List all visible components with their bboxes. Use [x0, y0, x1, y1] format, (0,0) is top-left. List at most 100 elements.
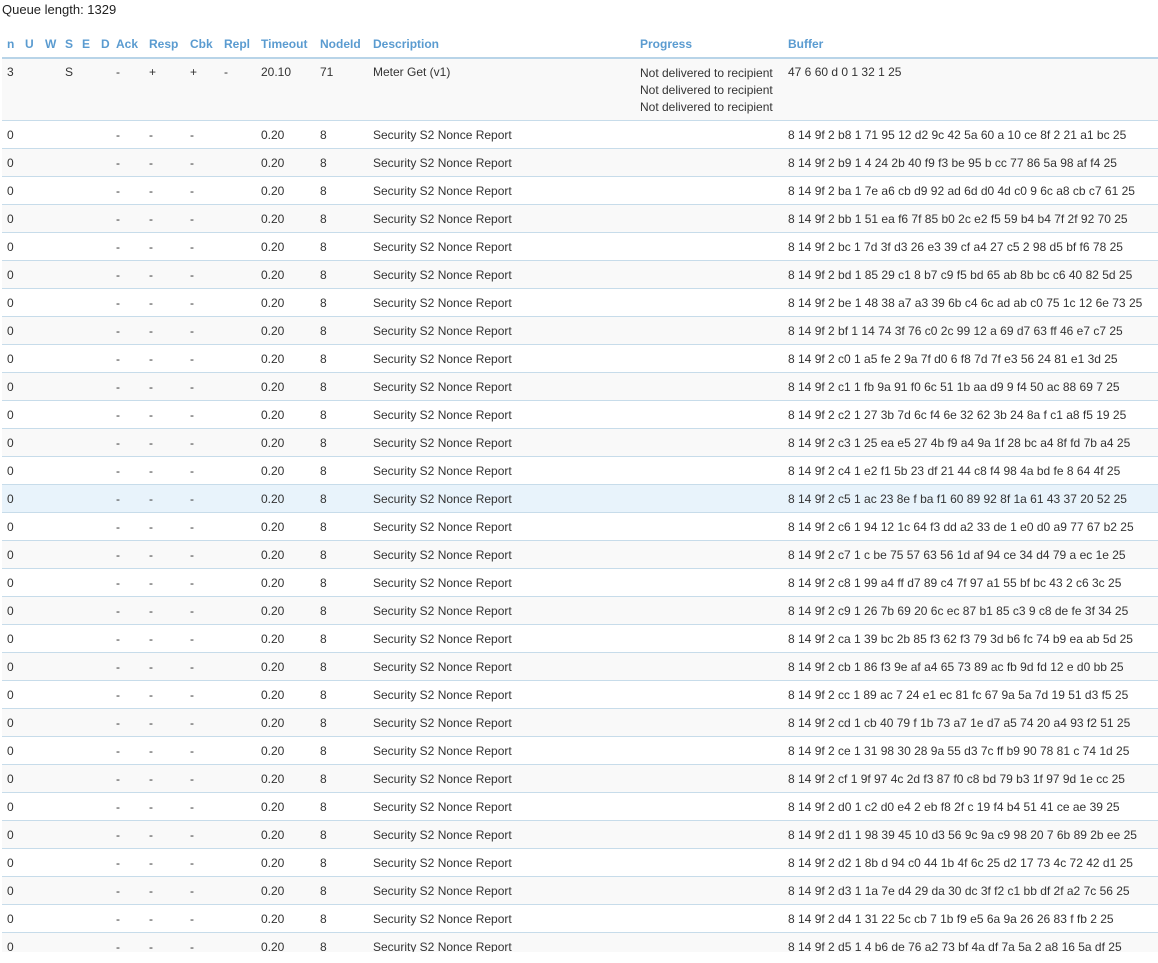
cell-repl — [219, 120, 256, 149]
cell-u — [20, 820, 40, 849]
cell-n: 0 — [2, 400, 20, 429]
column-header-cbk[interactable]: Cbk — [185, 30, 219, 59]
cell-buffer: 8 14 9f 2 bb 1 51 ea f6 7f 85 b0 2c e2 f… — [783, 204, 1158, 233]
cell-s — [60, 260, 77, 289]
column-header-n[interactable]: n — [2, 30, 20, 59]
column-header-resp[interactable]: Resp — [144, 30, 185, 59]
cell-nodeid: 71 — [315, 58, 368, 121]
table-row[interactable]: 0- - -0.20 8 Security S2 Nonce Report 8 14 9f… — [2, 568, 1158, 597]
cell-cbk: - — [185, 764, 219, 793]
table-row[interactable]: 0- - -0.20 8 Security S2 Nonce Report 8 14 9f… — [2, 680, 1158, 709]
cell-resp: - — [144, 120, 185, 149]
cell-e — [77, 484, 96, 513]
cell-resp: - — [144, 680, 185, 709]
table-row[interactable]: 0- - -0.20 8 Security S2 Nonce Report 8 14 9f… — [2, 820, 1158, 849]
column-header-e[interactable]: E — [77, 30, 96, 59]
table-row[interactable]: 0- - -0.20 8 Security S2 Nonce Report 8 14 9f… — [2, 372, 1158, 401]
table-row[interactable]: 0- - -0.20 8 Security S2 Nonce Report 8 14 9f… — [2, 344, 1158, 373]
table-row[interactable]: 0- - -0.20 8 Security S2 Nonce Report 8 14 9f… — [2, 232, 1158, 261]
cell-n: 0 — [2, 288, 20, 317]
column-header-description[interactable]: Description — [368, 30, 635, 59]
table-row[interactable]: 0- - -0.20 8 Security S2 Nonce Report 8 14 9f… — [2, 484, 1158, 513]
table-row[interactable]: 0- - -0.20 8 Security S2 Nonce Report 8 14 9f… — [2, 176, 1158, 205]
table-row[interactable]: 0- - -0.20 8 Security S2 Nonce Report 8 14 9f… — [2, 148, 1158, 177]
table-row[interactable]: 0- - -0.20 8 Security S2 Nonce Report 8 14 9f… — [2, 624, 1158, 653]
table-row[interactable]: 0- - -0.20 8 Security S2 Nonce Report 8 14 9f… — [2, 260, 1158, 289]
cell-e — [77, 624, 96, 653]
cell-s — [60, 904, 77, 933]
cell-cbk: - — [185, 708, 219, 737]
cell-nodeid: 8 — [315, 848, 368, 877]
cell-cbk: - — [185, 512, 219, 541]
cell-ack: - — [111, 176, 144, 205]
column-header-buffer[interactable]: Buffer — [783, 30, 1158, 59]
table-row[interactable]: 3 S - + + - 20.10 71 Meter Get (v1) Not … — [2, 58, 1158, 121]
cell-progress — [635, 456, 783, 485]
cell-e — [77, 568, 96, 597]
column-header-nodeid[interactable]: NodeId — [315, 30, 368, 59]
cell-cbk: - — [185, 792, 219, 821]
cell-timeout: 0.20 — [256, 512, 315, 541]
cell-w — [40, 232, 60, 261]
column-header-progress[interactable]: Progress — [635, 30, 783, 59]
table-row[interactable]: 0- - -0.20 8 Security S2 Nonce Report 8 14 9f… — [2, 736, 1158, 765]
queue-table-container[interactable]: n U W S E D Ack Resp Cbk Repl Timeout NodeId Descrip… — [2, 30, 1158, 952]
cell-d — [96, 58, 111, 121]
table-row[interactable]: 0- - -0.20 8 Security S2 Nonce Report 8 14 9f… — [2, 288, 1158, 317]
table-row[interactable]: 0- - -0.20 8 Security S2 Nonce Report 8 14 9f… — [2, 876, 1158, 905]
table-row[interactable]: 0- - -0.20 8 Security S2 Nonce Report 8 14 9f… — [2, 596, 1158, 625]
column-header-u[interactable]: U — [20, 30, 40, 59]
cell-u — [20, 624, 40, 653]
table-row[interactable]: 0- - -0.20 8 Security S2 Nonce Report 8 14 9f… — [2, 764, 1158, 793]
table-row[interactable]: 0- - -0.20 8 Security S2 Nonce Report 8 14 9f… — [2, 848, 1158, 877]
cell-timeout: 0.20 — [256, 792, 315, 821]
table-row[interactable]: 0- - -0.20 8 Security S2 Nonce Report 8 14 9f… — [2, 204, 1158, 233]
cell-buffer: 8 14 9f 2 d3 1 1a 7e d4 29 da 30 dc 3f f… — [783, 876, 1158, 905]
cell-repl — [219, 260, 256, 289]
table-row[interactable]: 0- - -0.20 8 Security S2 Nonce Report 8 14 9f… — [2, 512, 1158, 541]
cell-progress — [635, 652, 783, 681]
cell-progress — [635, 932, 783, 952]
cell-description: Security S2 Nonce Report — [368, 512, 635, 541]
cell-nodeid: 8 — [315, 540, 368, 569]
table-row[interactable]: 0- - -0.20 8 Security S2 Nonce Report 8 14 9f… — [2, 316, 1158, 345]
cell-u — [20, 428, 40, 457]
table-row[interactable]: 0- - -0.20 8 Security S2 Nonce Report 8 14 9f… — [2, 932, 1158, 952]
cell-s — [60, 428, 77, 457]
cell-e — [77, 540, 96, 569]
cell-e — [77, 932, 96, 952]
cell-repl — [219, 512, 256, 541]
cell-timeout: 0.20 — [256, 372, 315, 401]
cell-progress — [635, 204, 783, 233]
table-row[interactable]: 0- - -0.20 8 Security S2 Nonce Report 8 14 9f… — [2, 428, 1158, 457]
table-row[interactable]: 0- - -0.20 8 Security S2 Nonce Report 8 14 9f… — [2, 540, 1158, 569]
cell-timeout: 0.20 — [256, 932, 315, 952]
cell-resp: - — [144, 624, 185, 653]
cell-repl — [219, 484, 256, 513]
cell-s — [60, 568, 77, 597]
column-header-w[interactable]: W — [40, 30, 60, 59]
column-header-d[interactable]: D — [96, 30, 111, 59]
cell-nodeid: 8 — [315, 120, 368, 149]
table-row[interactable]: 0- - -0.20 8 Security S2 Nonce Report 8 14 9f… — [2, 652, 1158, 681]
cell-w — [40, 316, 60, 345]
cell-description: Security S2 Nonce Report — [368, 232, 635, 261]
cell-w — [40, 148, 60, 177]
cell-progress — [635, 876, 783, 905]
table-row[interactable]: 0- - -0.20 8 Security S2 Nonce Report 8 14 9f… — [2, 904, 1158, 933]
table-row[interactable]: 0- - -0.20 8 Security S2 Nonce Report 8 14 9f… — [2, 456, 1158, 485]
table-row[interactable]: 0- - -0.20 8 Security S2 Nonce Report 8 14 9f… — [2, 792, 1158, 821]
cell-s — [60, 596, 77, 625]
column-header-repl[interactable]: Repl — [219, 30, 256, 59]
cell-timeout: 0.20 — [256, 288, 315, 317]
column-header-timeout[interactable]: Timeout — [256, 30, 315, 59]
cell-n: 0 — [2, 764, 20, 793]
table-row[interactable]: 0- - -0.20 8 Security S2 Nonce Report 8 14 9f… — [2, 400, 1158, 429]
cell-n: 0 — [2, 344, 20, 373]
cell-w — [40, 652, 60, 681]
table-row[interactable]: 0- - -0.20 8 Security S2 Nonce Report 8 14 9f… — [2, 120, 1158, 149]
cell-repl — [219, 708, 256, 737]
column-header-ack[interactable]: Ack — [111, 30, 144, 59]
table-row[interactable]: 0- - -0.20 8 Security S2 Nonce Report 8 14 9f… — [2, 708, 1158, 737]
column-header-s[interactable]: S — [60, 30, 77, 59]
